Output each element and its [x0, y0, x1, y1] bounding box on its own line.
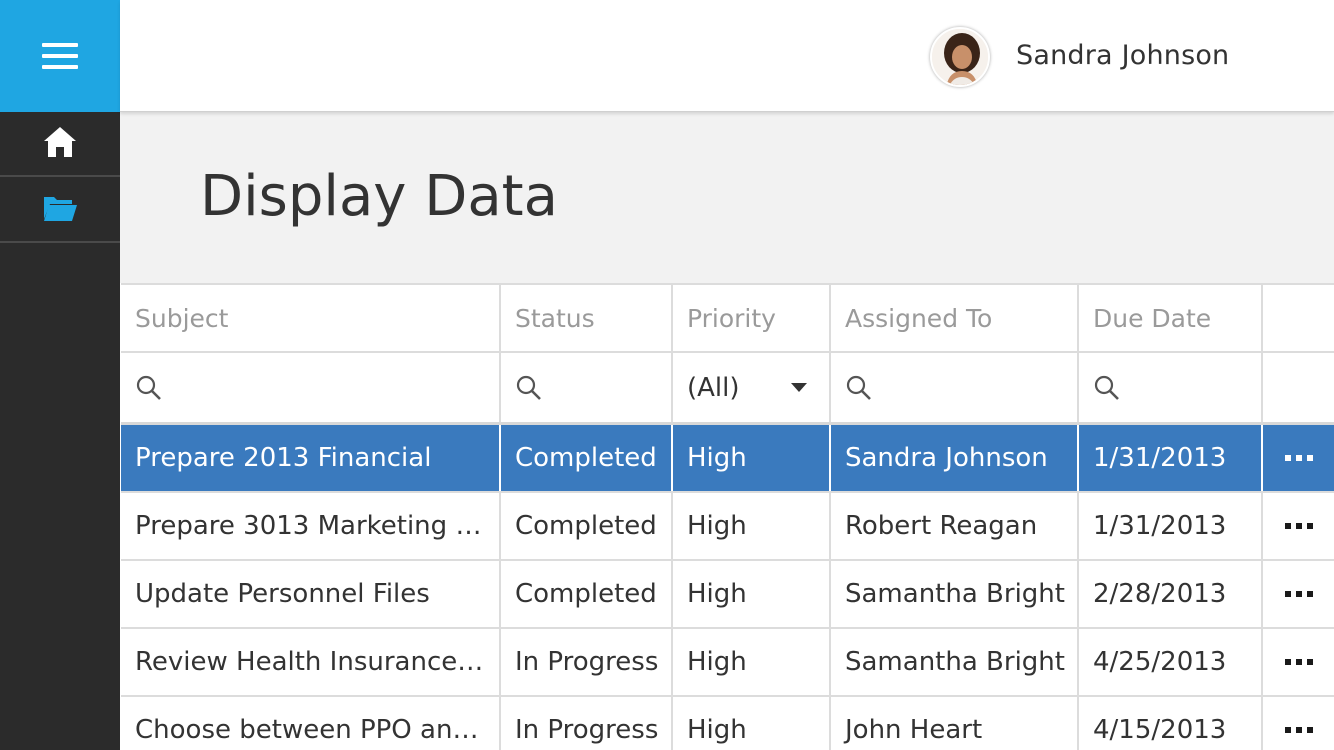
cell-assigned-to: Samantha Bright	[831, 561, 1079, 627]
column-header-priority[interactable]: Priority	[673, 285, 831, 351]
folder-open-icon	[42, 193, 78, 227]
cell-assigned-to: John Heart	[831, 697, 1079, 750]
cell-assigned-to: Robert Reagan	[831, 493, 1079, 559]
page-title: Display Data	[200, 164, 558, 229]
grid-filter-row: (All)	[121, 353, 1334, 425]
cell-status: In Progress	[501, 629, 673, 695]
cell-subject: Review Health Insurance O...	[135, 647, 499, 677]
data-grid: Subject Status Priority Assigned To Due …	[121, 283, 1334, 750]
row-actions-button[interactable]	[1263, 561, 1334, 627]
more-dots-icon	[1284, 455, 1313, 461]
cell-priority: High	[673, 697, 831, 750]
cell-status: Completed	[501, 493, 673, 559]
row-actions-button[interactable]	[1263, 629, 1334, 695]
search-icon	[845, 374, 873, 402]
subject-filter-input[interactable]	[121, 353, 501, 422]
column-header-due-date[interactable]: Due Date	[1079, 285, 1263, 351]
search-icon	[135, 374, 163, 402]
caret-down-icon	[791, 383, 807, 392]
nav-rail	[0, 0, 120, 750]
actions-filter-cell	[1263, 353, 1334, 422]
cell-assigned-to: Samantha Bright	[831, 629, 1079, 695]
assigned-filter-input[interactable]	[831, 353, 1079, 422]
search-icon	[1093, 374, 1121, 402]
column-header-subject[interactable]: Subject	[121, 285, 501, 351]
cell-subject: Prepare 3013 Marketing Pl...	[135, 511, 499, 541]
row-actions-button[interactable]	[1263, 697, 1334, 750]
table-row[interactable]: Review Health Insurance O... In Progress…	[121, 629, 1334, 697]
cell-priority: High	[673, 561, 831, 627]
status-filter-input[interactable]	[501, 353, 673, 422]
cell-due-date: 2/28/2013	[1079, 561, 1263, 627]
cell-status: Completed	[501, 561, 673, 627]
grid-header-row: Subject Status Priority Assigned To Due …	[121, 285, 1334, 353]
row-actions-button[interactable]	[1263, 493, 1334, 559]
home-icon	[42, 125, 78, 163]
avatar[interactable]	[930, 27, 990, 87]
table-row[interactable]: Choose between PPO and ... In Progress H…	[121, 697, 1334, 750]
column-header-actions	[1263, 285, 1334, 351]
priority-filter-value: (All)	[687, 372, 740, 403]
cell-priority: High	[673, 493, 831, 559]
column-header-assigned-to[interactable]: Assigned To	[831, 285, 1079, 351]
title-band: Display Data	[120, 112, 1334, 283]
cell-priority: High	[673, 629, 831, 695]
priority-filter-select[interactable]: (All)	[673, 353, 831, 422]
table-row[interactable]: Prepare 3013 Marketing Pl... Completed H…	[121, 493, 1334, 561]
cell-subject: Choose between PPO and ...	[135, 715, 499, 745]
cell-due-date: 4/25/2013	[1079, 629, 1263, 695]
due-date-filter-input[interactable]	[1079, 353, 1263, 422]
more-dots-icon	[1284, 727, 1313, 733]
cell-due-date: 1/31/2013	[1079, 425, 1263, 491]
table-row[interactable]: Update Personnel Files Completed High Sa…	[121, 561, 1334, 629]
more-dots-icon	[1284, 659, 1313, 665]
user-name[interactable]: Sandra Johnson	[1016, 40, 1229, 71]
more-dots-icon	[1284, 523, 1313, 529]
nav-item-home[interactable]	[0, 112, 120, 177]
row-actions-button[interactable]	[1263, 425, 1334, 491]
app-header: Sandra Johnson	[120, 0, 1334, 112]
more-dots-icon	[1284, 591, 1313, 597]
cell-status: In Progress	[501, 697, 673, 750]
cell-subject: Update Personnel Files	[135, 579, 430, 609]
cell-priority: High	[673, 425, 831, 491]
cell-assigned-to: Sandra Johnson	[831, 425, 1079, 491]
hamburger-icon	[42, 43, 78, 69]
menu-button[interactable]	[0, 0, 120, 112]
nav-item-data[interactable]	[0, 178, 120, 243]
cell-status: Completed	[501, 425, 673, 491]
column-header-status[interactable]: Status	[501, 285, 673, 351]
search-icon	[515, 374, 543, 402]
table-row[interactable]: Prepare 2013 Financial Completed High Sa…	[121, 425, 1334, 493]
cell-subject: Prepare 2013 Financial	[135, 443, 432, 473]
cell-due-date: 1/31/2013	[1079, 493, 1263, 559]
cell-due-date: 4/15/2013	[1079, 697, 1263, 750]
